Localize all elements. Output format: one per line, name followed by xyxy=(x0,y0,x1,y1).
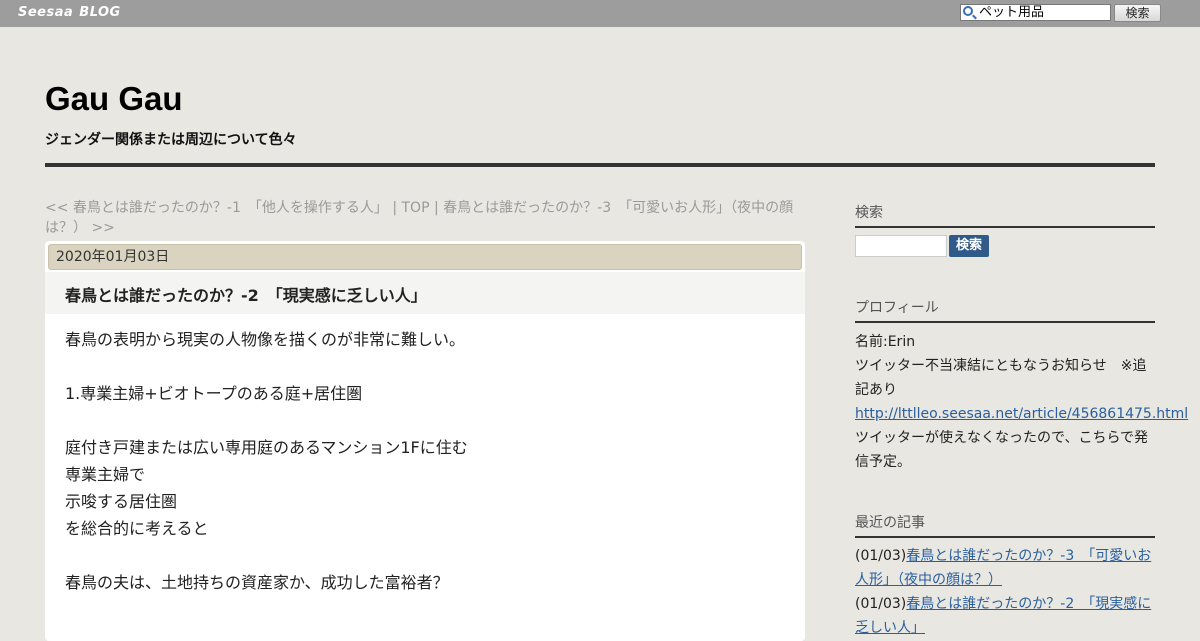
article-line: 春鳥の夫は、土地持ちの資産家か、成功した富裕者？ xyxy=(65,573,449,592)
article-body: 春鳥の表明から現実の人物像を描くのが非常に難しい。 1.専業主婦+ビオトープのあ… xyxy=(65,326,785,596)
top-search-button[interactable]: 検索 xyxy=(1114,4,1161,22)
article-line: 庭付き戸建または広い専用庭のあるマンション1Fに住む xyxy=(65,438,468,457)
article-date: 2020年01月03日 xyxy=(48,244,802,270)
site-title[interactable]: Gau Gau xyxy=(45,80,183,118)
sidebar-search-button[interactable]: 検索 xyxy=(949,235,989,257)
recent-post-item: (01/03)春鳥とは誰だったのか？-3 「可愛いお人形」（夜中の顔は？） xyxy=(855,544,1155,592)
top-search-value: ペット用品 xyxy=(979,5,1045,20)
top-link[interactable]: TOP xyxy=(402,200,430,216)
top-search-input[interactable]: ペット用品 xyxy=(960,4,1111,21)
article-line: 春鳥の表明から現実の人物像を描くのが非常に難しい。 xyxy=(65,330,466,349)
article-line: 1.専業主婦+ビオトープのある庭+居住圏 xyxy=(65,384,363,403)
sidebar-search-input[interactable] xyxy=(855,235,947,257)
profile-notice: ツイッター不当凍結にともなうお知らせ ※追記あり xyxy=(855,358,1147,398)
recent-post-date: (01/03) xyxy=(855,596,907,612)
recent-post-date: (01/03) xyxy=(855,548,907,564)
article-title[interactable]: 春鳥とは誰だったのか？-2 「現実感に乏しい人」 xyxy=(65,282,427,306)
seesaa-blog-logo[interactable]: Seesaa BLOG xyxy=(18,5,121,20)
article-line xyxy=(65,353,785,380)
logo-sub-text: BLOG xyxy=(79,5,121,20)
profile-note: ツイッターが使えなくなったので、こちらで発信予定。 xyxy=(855,430,1149,470)
nav-separator: | xyxy=(429,200,444,216)
sidebar-recent-heading: 最近の記事 xyxy=(855,512,1155,538)
sidebar-search-heading: 検索 xyxy=(855,202,1155,228)
article-line xyxy=(65,542,785,569)
article-line xyxy=(65,407,785,434)
article-navigation: << 春鳥とは誰だったのか？-1 「他人を操作する人」 | TOP | 春鳥とは… xyxy=(45,198,805,238)
site-description: ジェンダー関係または周辺について色々 xyxy=(45,132,297,148)
sidebar-profile-heading: プロフィール xyxy=(855,297,1155,323)
article-line: 専業主婦で xyxy=(65,465,146,484)
article-line: 示唆する居住圏 xyxy=(65,492,178,511)
profile-name: 名前:Erin xyxy=(855,334,916,350)
nav-separator: | xyxy=(387,200,402,216)
search-icon xyxy=(963,6,973,16)
profile-link[interactable]: http://lttlleo.seesaa.net/article/456861… xyxy=(855,406,1188,422)
header-divider xyxy=(45,163,1155,167)
recent-post-item: (01/03)春鳥とは誰だったのか？-2 「現実感に乏しい人」 xyxy=(855,592,1155,640)
article: 2020年01月03日 春鳥とは誰だったのか？-2 「現実感に乏しい人」 春鳥の… xyxy=(45,241,805,641)
profile-section: 名前:Erin ツイッター不当凍結にともなうお知らせ ※追記あり http://… xyxy=(855,330,1188,474)
article-title-bar: 春鳥とは誰だったのか？-2 「現実感に乏しい人」 xyxy=(45,272,805,314)
logo-main-text: Seesaa xyxy=(18,5,74,20)
recent-posts-list: (01/03)春鳥とは誰だったのか？-3 「可愛いお人形」（夜中の顔は？） (0… xyxy=(855,544,1155,640)
prev-article-link[interactable]: << 春鳥とは誰だったのか？-1 「他人を操作する人」 xyxy=(45,200,388,216)
article-line: を総合的に考えると xyxy=(65,519,209,538)
top-bar: Seesaa BLOG ペット用品 検索 xyxy=(0,0,1200,27)
